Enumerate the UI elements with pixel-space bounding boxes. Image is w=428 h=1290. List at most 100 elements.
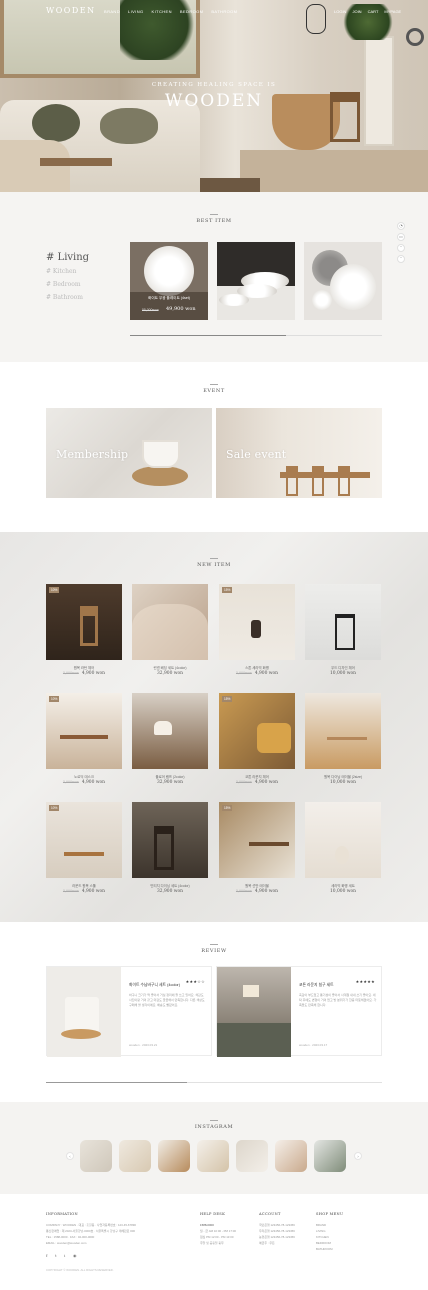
product-image — [64, 852, 104, 856]
footer-text: 예금주 : 우든 — [259, 1241, 275, 1245]
quick-menu: ◔ ▭ ˄ ˅ — [397, 222, 405, 266]
product-name[interactable]: 코튼 라운지 체어 — [219, 774, 295, 779]
product-name[interactable]: 노르딕 데스크 — [46, 774, 122, 779]
product-name[interactable]: 원목 다이닝 테이블 (2size) — [305, 774, 381, 779]
bowl-image — [219, 294, 249, 306]
hero-rug-image — [200, 178, 260, 192]
product-card[interactable] — [132, 693, 208, 769]
product-name[interactable]: 세라믹 화병 세트 — [305, 883, 381, 888]
facebook-icon[interactable]: f — [46, 1253, 51, 1258]
product-image — [154, 721, 172, 735]
event-card-sale[interactable]: Sale event — [216, 408, 382, 498]
footer-heading: ACCOUNT — [259, 1212, 281, 1216]
product-sale-price: 4,900 won — [81, 671, 106, 676]
product-sale-price: 32,900 won — [157, 889, 183, 894]
menu-item-living[interactable]: LIVING — [128, 9, 144, 14]
coaster-image — [132, 466, 188, 486]
category-living[interactable]: # Living — [46, 252, 89, 263]
best-product-card[interactable] — [304, 242, 382, 320]
global-nav: WOODEN BRAND LIVING KITCHEN BEDROOM BATH… — [0, 0, 428, 22]
instagram-thumbnail[interactable] — [80, 1140, 112, 1172]
util-menu: LOGIN JOIN CART MYPAGE — [334, 9, 401, 14]
login-link[interactable]: LOGIN — [334, 9, 346, 14]
review-card[interactable]: 코튼 라운지 침구 세트 촉감이 부드럽고 통기성이 좋아서 사계절 내내 쓰기… — [216, 966, 382, 1057]
hero-subtitle: CREATING HEALING SPACE IS — [151, 82, 277, 88]
product-name[interactable]: 린넨 베딩 세트 (4color) — [132, 665, 208, 670]
instagram-thumbnail[interactable] — [119, 1140, 151, 1172]
product-card[interactable]: 15% — [219, 693, 295, 769]
footer-text: 주말 및 공휴일 휴무 — [200, 1241, 224, 1245]
product-name[interactable]: 스톤 세라믹 화병 — [219, 665, 295, 670]
discount-badge: 10% — [49, 587, 60, 593]
product-name[interactable]: 라운드 원목 스툴 — [46, 883, 122, 888]
product-old-price: 5,000won — [62, 671, 79, 675]
prev-arrow-icon[interactable]: ‹ — [66, 1152, 74, 1160]
review-body: 바구니 크기가 딱 좋아서 거실 정리에 잘 쓰고 있어요. 색감도 사진이랑 … — [129, 993, 205, 1007]
product-card[interactable]: 10% — [46, 693, 122, 769]
scroll-down-icon[interactable]: ˅ — [397, 255, 405, 263]
stacked-linen-image — [65, 997, 99, 1033]
product-price: 5,000won 4,900 won — [46, 671, 122, 676]
product-card[interactable] — [305, 584, 381, 660]
hero-blanket-image — [0, 140, 70, 192]
product-name[interactable]: 빈티지 다이닝 세트 (4color) — [132, 883, 208, 888]
product-image — [335, 614, 355, 650]
product-card[interactable] — [305, 802, 381, 878]
hero-title: WOODEN — [164, 91, 264, 111]
footer-shop-menu: SHOP MENU BRAND LIVING KITCHEN BEDROOM B… — [316, 1212, 366, 1252]
join-link[interactable]: JOIN — [352, 9, 361, 14]
cart-link[interactable]: CART — [368, 9, 379, 14]
instagram-thumbnail[interactable] — [197, 1140, 229, 1172]
product-card[interactable]: 15% — [219, 584, 295, 660]
logo[interactable]: WOODEN — [46, 6, 96, 15]
product-name: 화이트 무광 플레이트 (4set) — [148, 296, 190, 300]
product-name[interactable]: 우드 디자인 체어 — [305, 665, 381, 670]
menu-item-bathroom[interactable]: BATHROOM — [211, 9, 237, 14]
category-bathroom[interactable]: # Bathroom — [46, 294, 89, 301]
product-card[interactable]: 10% — [46, 802, 122, 878]
category-kitchen[interactable]: # Kitchen — [46, 268, 89, 275]
product-sale-price: 4,900 won — [254, 671, 279, 676]
product-name[interactable]: 원목 라탄 체어 — [46, 665, 122, 670]
product-card[interactable] — [305, 693, 381, 769]
review-body: 촉감이 부드럽고 통기성이 좋아서 사계절 내내 쓰기 좋아요. 세탁 후에도 … — [299, 993, 377, 1007]
instagram-thumbnail[interactable] — [236, 1140, 268, 1172]
scroll-up-icon[interactable]: ˄ — [397, 244, 405, 252]
best-product-card[interactable]: 화이트 무광 플레이트 (4set) 55,000won 49,900 won — [130, 242, 208, 320]
category-list: # Living # Kitchen # Bedroom # Bathroom — [46, 252, 89, 307]
plate-image — [312, 290, 332, 310]
menu-item-kitchen[interactable]: KITCHEN — [152, 9, 172, 14]
instagram-thumbnail[interactable] — [314, 1140, 346, 1172]
event-card-membership[interactable]: Membership — [46, 408, 212, 498]
product-image — [251, 620, 261, 638]
instagram-icon[interactable]: i — [64, 1253, 69, 1258]
product-name[interactable]: 원목 선반 테이블 — [219, 883, 295, 888]
product-card[interactable]: 10% — [46, 584, 122, 660]
footer-link[interactable]: BATHROOM — [316, 1246, 366, 1252]
instagram-thumbnail[interactable] — [158, 1140, 190, 1172]
best-product-card[interactable] — [217, 242, 295, 320]
product-card[interactable] — [132, 802, 208, 878]
product-sale-price: 32,900 won — [157, 780, 183, 785]
footer-heading: INFORMATION — [46, 1212, 78, 1216]
chat-icon[interactable]: ◔ — [397, 222, 405, 230]
review-slider-progress[interactable] — [46, 1082, 382, 1083]
mypage-link[interactable]: MYPAGE — [384, 9, 401, 14]
section-title: REVIEW — [0, 944, 428, 954]
chair-image — [286, 466, 298, 496]
next-arrow-icon[interactable]: › — [354, 1152, 362, 1160]
blog-icon[interactable]: ◉ — [73, 1253, 78, 1258]
product-name[interactable]: 플로어 램프 (2color) — [132, 774, 208, 779]
product-card[interactable] — [132, 584, 208, 660]
best-slider-progress[interactable] — [130, 335, 382, 336]
category-bedroom[interactable]: # Bedroom — [46, 281, 89, 288]
instagram-thumbnail[interactable] — [275, 1140, 307, 1172]
menu-item-brand[interactable]: BRAND — [104, 9, 120, 14]
review-card[interactable]: 화이트 수납바구니 세트 (4color) 바구니 크기가 딱 좋아서 거실 정… — [46, 966, 212, 1057]
cart-icon[interactable]: ▭ — [397, 233, 405, 241]
product-image — [327, 737, 367, 740]
menu-item-bedroom[interactable]: BEDROOM — [180, 9, 203, 14]
twitter-icon[interactable]: t — [55, 1253, 60, 1258]
product-card[interactable]: 15% — [219, 802, 295, 878]
footer-help: HELP DESK 1588-0000 월 - 금 AM 10:00 - PM … — [200, 1212, 254, 1246]
